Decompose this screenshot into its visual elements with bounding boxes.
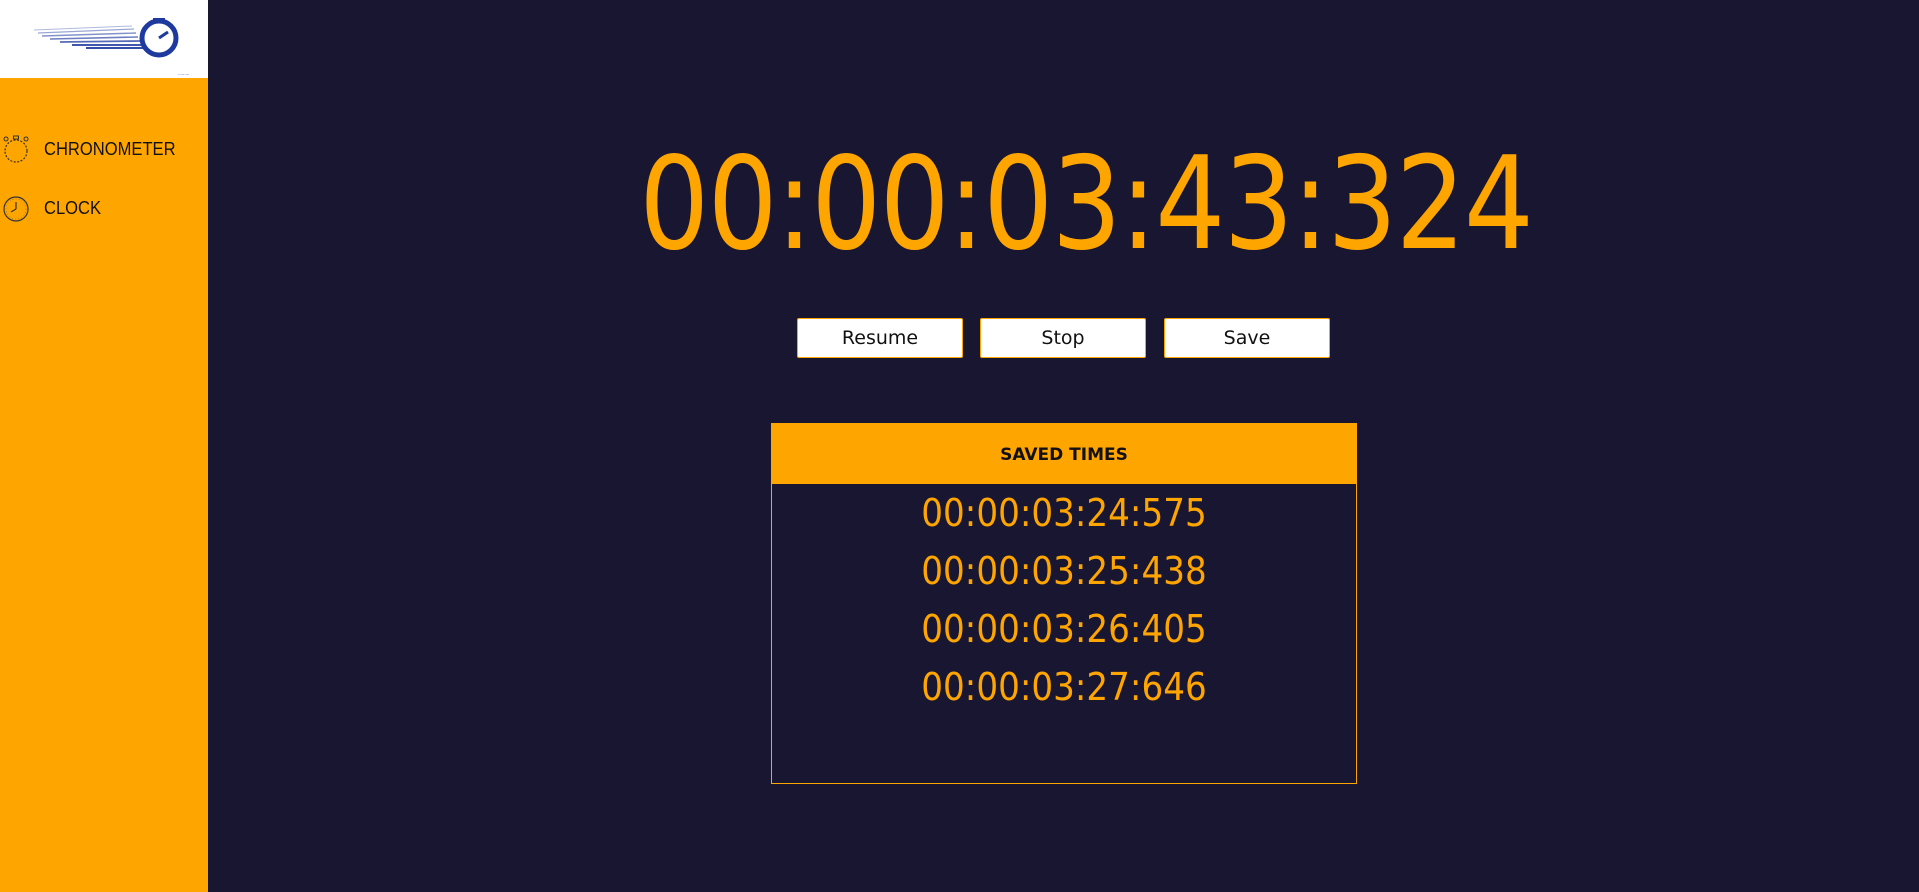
clock-icon xyxy=(3,196,29,222)
app-root: ········· CHRONOMETER CLOCK 00:00:03:43:… xyxy=(0,0,1919,892)
stopwatch-logo-icon: ········· xyxy=(33,18,189,77)
saved-times-list: 00:00:03:24:575 00:00:03:25:438 00:00:03… xyxy=(772,488,1356,720)
sidebar: ········· CHRONOMETER CLOCK xyxy=(0,0,208,892)
saved-time-item: 00:00:03:27:646 xyxy=(921,665,1207,709)
saved-time-item: 00:00:03:26:405 xyxy=(921,607,1207,651)
save-button[interactable]: Save xyxy=(1164,318,1330,358)
resume-button[interactable]: Resume xyxy=(797,318,963,358)
sidebar-item-chronometer[interactable]: CHRONOMETER xyxy=(0,131,208,167)
stop-button[interactable]: Stop xyxy=(980,318,1146,358)
saved-time-item: 00:00:03:24:575 xyxy=(921,491,1207,535)
saved-time-item: 00:00:03:25:438 xyxy=(921,549,1207,593)
chronometer-display: 00:00:03:43:324 xyxy=(639,130,1534,279)
sidebar-item-clock[interactable]: CLOCK xyxy=(0,190,208,226)
stopwatch-icon xyxy=(3,135,29,163)
saved-times-panel: SAVED TIMES 00:00:03:24:575 00:00:03:25:… xyxy=(771,423,1357,784)
logo[interactable]: ········· xyxy=(0,0,208,78)
saved-times-title: SAVED TIMES xyxy=(772,424,1356,484)
svg-text:·········: ········· xyxy=(178,72,189,77)
sidebar-item-label: CLOCK xyxy=(44,198,102,218)
sidebar-item-label: CHRONOMETER xyxy=(44,139,176,159)
